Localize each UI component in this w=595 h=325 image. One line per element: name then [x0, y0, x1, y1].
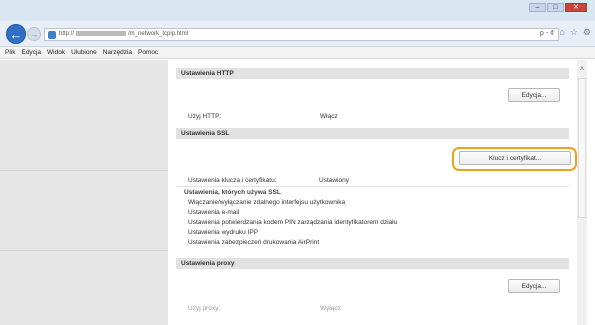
ssl-usage-subheader: Ustawienia, których używa SSL	[184, 189, 281, 196]
menu-favorites[interactable]: Ulubione	[68, 47, 100, 58]
close-button[interactable]: ✕	[565, 3, 587, 12]
ssl-usage-item: Ustawienia zabezpieczeń drukowania AirPr…	[188, 239, 320, 246]
page-area: Ustawienia HTTP Edycja... Użyj HTTP: Włą…	[0, 60, 595, 325]
ssl-section-header: Ustawienia SSL	[176, 128, 569, 139]
redacted-host	[76, 31, 127, 36]
ssl-usage-item: Ustawienia potwierdzania kodem PIN zarzą…	[188, 219, 398, 226]
address-bar[interactable]: http:// /m_network_tcpip.html ρ - ¢	[44, 28, 559, 41]
proxy-row-label: Użyj proxy:	[188, 305, 221, 312]
ssl-row-value: Ustawiony	[319, 177, 349, 184]
browser-window: – □ ✕ ← → http:// /m_network_tcpip.html ρ…	[0, 0, 595, 325]
minimize-button[interactable]: –	[529, 3, 546, 12]
http-row-label: Użyj HTTP:	[188, 113, 222, 120]
scroll-thumb[interactable]	[578, 78, 586, 218]
left-navigation-pane	[0, 60, 168, 325]
back-button[interactable]: ←	[6, 24, 26, 44]
menu-tools[interactable]: Narzędzia	[100, 47, 135, 58]
ssl-row-label: Ustawienia klucza i certyfikatu:	[188, 177, 277, 184]
menu-file[interactable]: Plik	[2, 47, 18, 58]
url-prefix: http://	[59, 31, 75, 38]
ssl-usage-item: Ustawienia e-mail	[188, 209, 240, 216]
ie-page-icon	[48, 31, 56, 39]
maximize-button[interactable]: □	[547, 3, 564, 12]
vertical-scrollbar[interactable]: ˄	[577, 60, 587, 325]
http-row-value: Włącz	[320, 113, 338, 120]
forward-arrow-icon: →	[29, 29, 39, 39]
title-bar: – □ ✕	[0, 0, 595, 21]
ssl-divider	[176, 186, 569, 187]
http-section-header: Ustawienia HTTP	[176, 68, 569, 79]
toolbar-icons: ⌂ ☆ ⚙	[559, 27, 591, 38]
menu-view[interactable]: Widok	[44, 47, 68, 58]
address-url: http:// /m_network_tcpip.html	[59, 31, 188, 37]
left-pane-divider	[0, 170, 168, 171]
key-certificate-button[interactable]: Klucz i certyfikat...	[459, 151, 571, 165]
home-icon[interactable]: ⌂	[559, 27, 564, 38]
scroll-up-arrow-icon[interactable]: ˄	[577, 66, 587, 74]
proxy-edit-button[interactable]: Edycja...	[508, 279, 560, 293]
back-arrow-icon: ←	[9, 26, 23, 42]
ssl-usage-item: Ustawienia wydruku IPP	[188, 229, 259, 236]
http-edit-button[interactable]: Edycja...	[508, 88, 560, 102]
favorites-star-icon[interactable]: ☆	[570, 27, 578, 38]
address-tools[interactable]: ρ - ¢	[540, 30, 554, 37]
proxy-row-value: Wyłącz	[320, 305, 341, 312]
navigation-bar: ← → http:// /m_network_tcpip.html ρ - ¢ ⌂…	[0, 21, 595, 47]
menu-edit[interactable]: Edycja	[18, 47, 44, 58]
menu-help[interactable]: Pomoc	[135, 47, 161, 58]
url-suffix: /m_network_tcpip.html	[128, 31, 189, 38]
forward-button[interactable]: →	[27, 27, 41, 41]
left-pane-divider	[0, 250, 168, 251]
ssl-usage-item: Włączanie/wyłączanie zdalnego interfejsu…	[188, 199, 346, 206]
window-controls: – □ ✕	[529, 3, 587, 12]
settings-content: Ustawienia HTTP Edycja... Użyj HTTP: Włą…	[176, 68, 577, 325]
menu-bar: Plik Edycja Widok Ulubione Narzędzia Pom…	[0, 47, 595, 59]
settings-gear-icon[interactable]: ⚙	[583, 27, 591, 38]
proxy-section-header: Ustawienia proxy	[176, 258, 569, 269]
